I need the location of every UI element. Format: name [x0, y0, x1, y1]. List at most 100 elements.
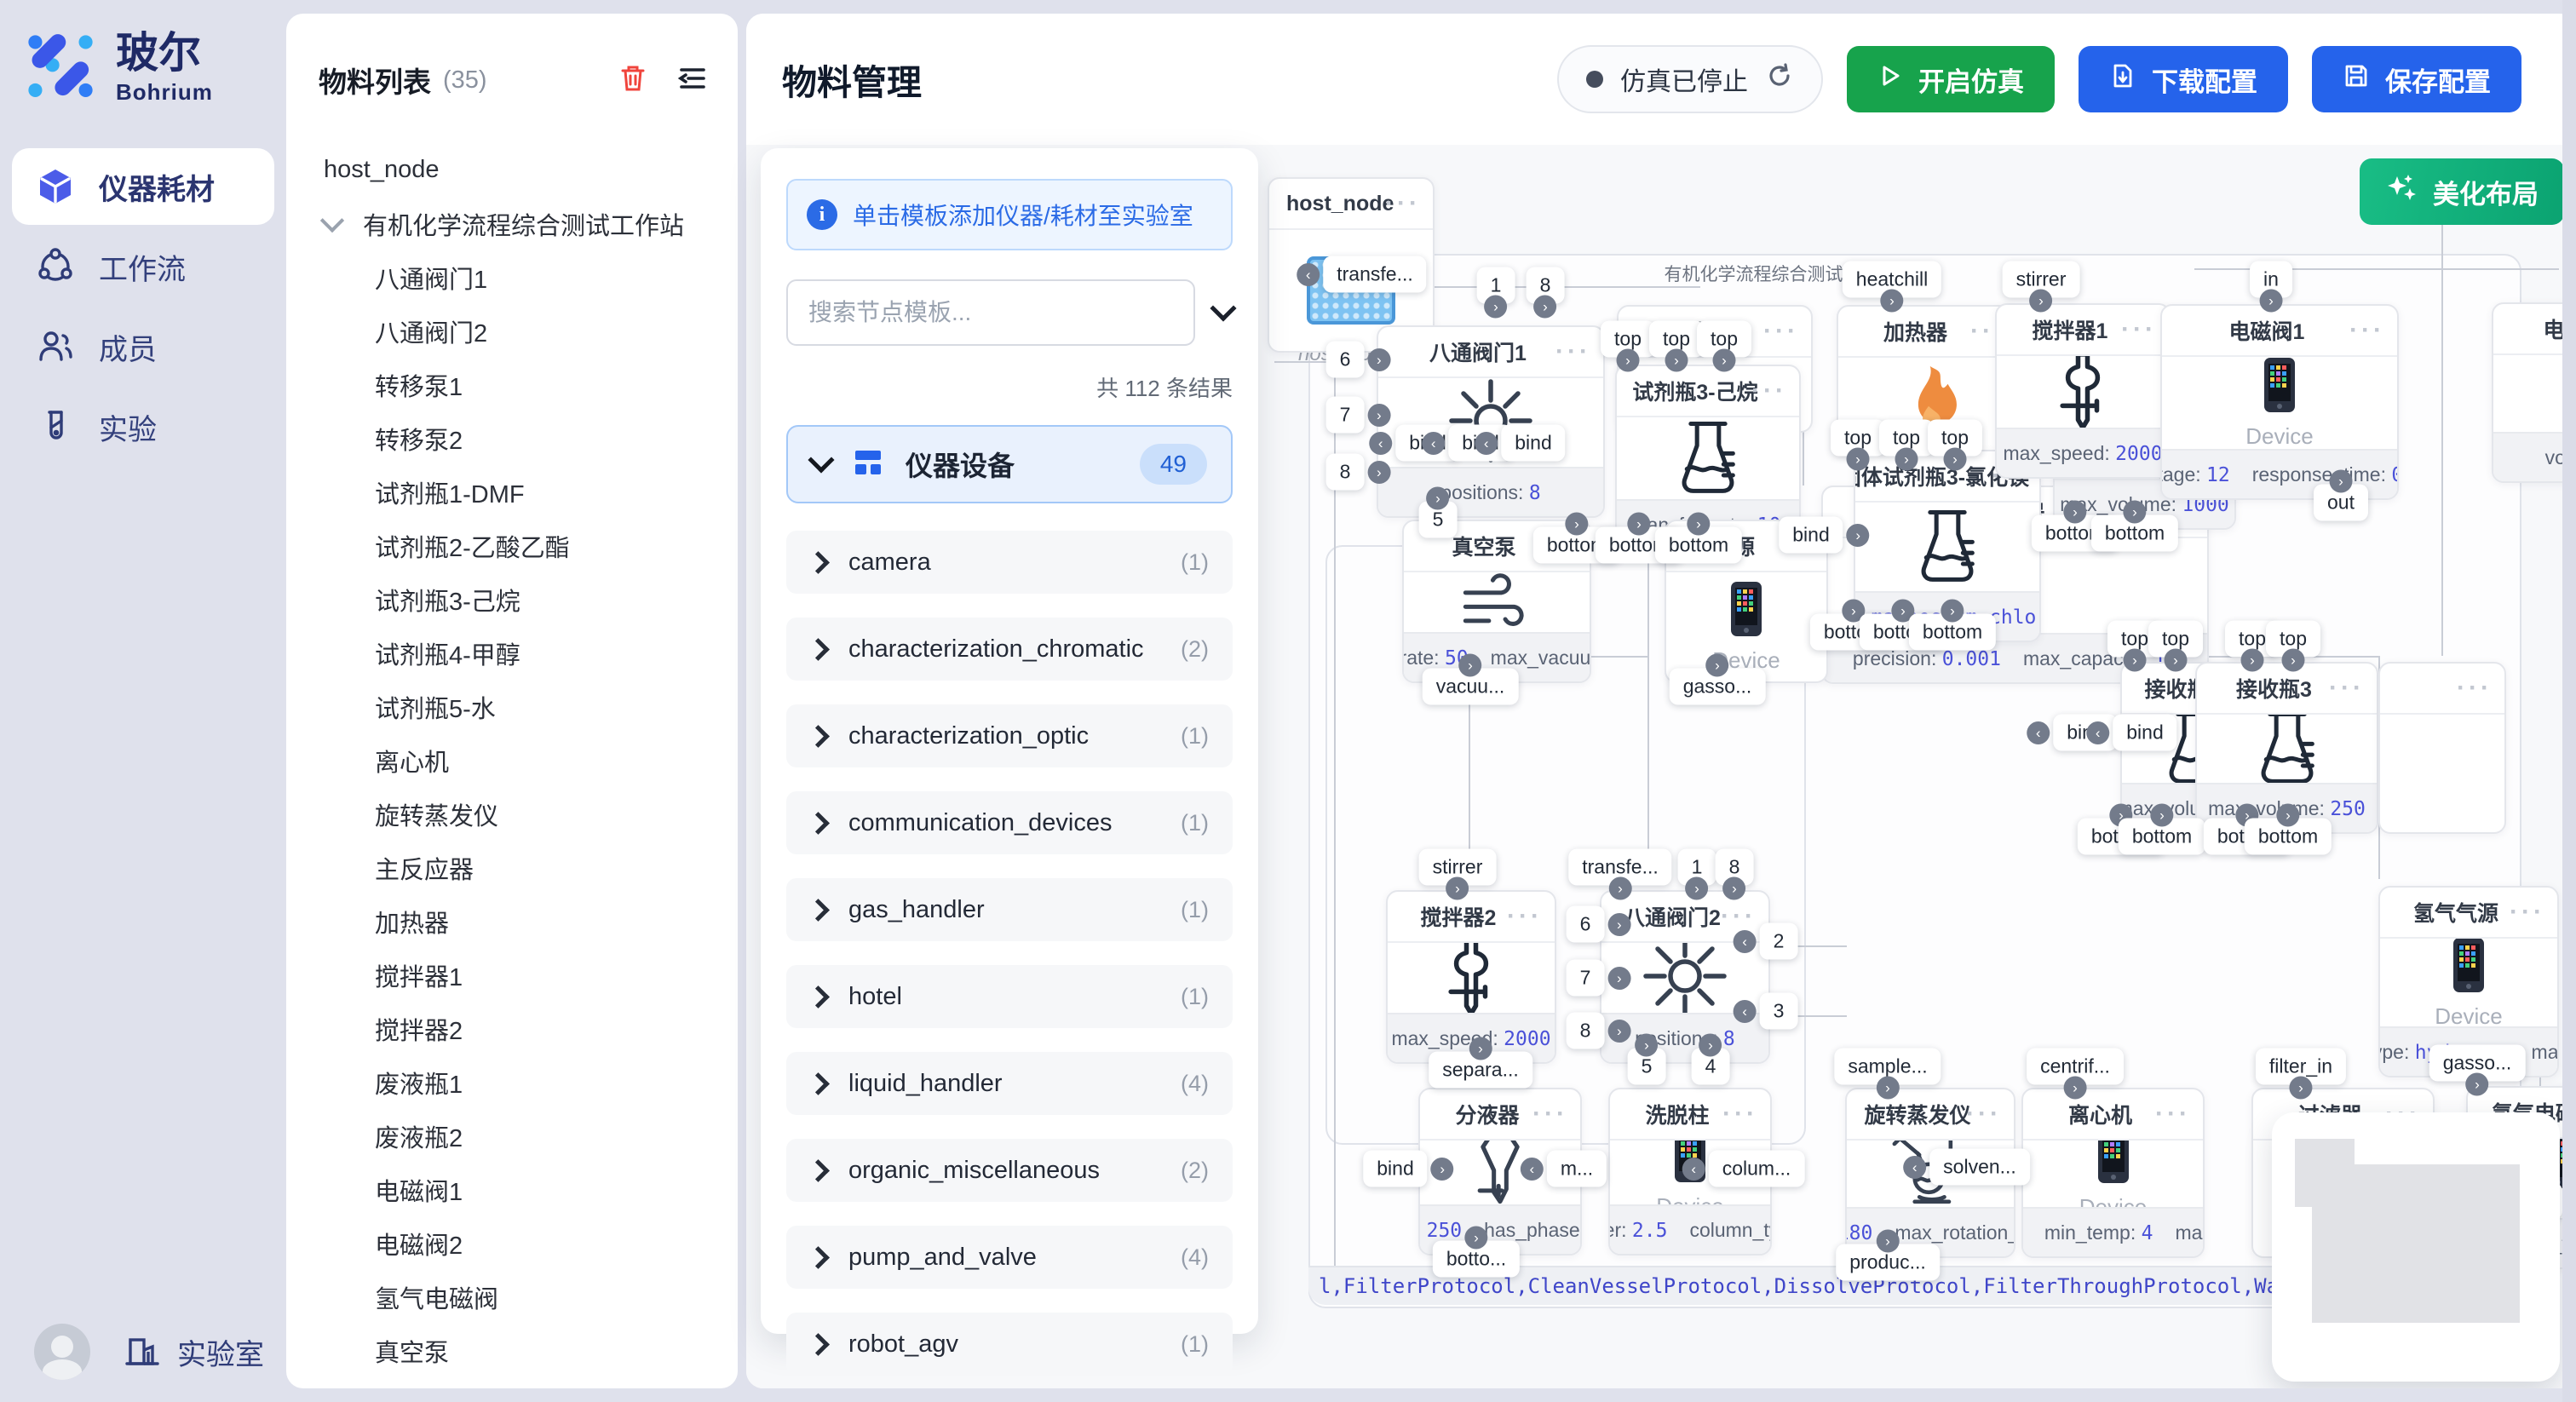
port-pill[interactable]: bottom› — [2245, 819, 2332, 855]
port-dot-icon[interactable]: › — [2150, 804, 2173, 827]
tree-item[interactable]: 试剂瓶4-甲醇 — [324, 626, 738, 680]
node-menu-icon[interactable]: ··· — [2349, 316, 2385, 345]
tree-item-workstation[interactable]: 有机化学流程综合测试工作站 — [324, 197, 738, 250]
category-hotel[interactable]: hotel(1) — [786, 965, 1233, 1028]
chevron-down-icon[interactable] — [320, 208, 344, 232]
category-robot_agv[interactable]: robot_agv(1) — [786, 1313, 1233, 1376]
port-pill[interactable]: 3‹ — [1760, 993, 1798, 1030]
port-pill[interactable]: top› — [1831, 420, 1885, 457]
sidebar-item-lab[interactable]: 实验室 — [123, 1331, 264, 1373]
node-menu-icon[interactable]: ··· — [1751, 376, 1787, 405]
port-pill[interactable]: bottom› — [2091, 515, 2178, 552]
tree-item[interactable]: 转移泵1 — [324, 358, 738, 411]
tree-item[interactable]: 试剂瓶2-乙酸乙酯 — [324, 519, 738, 572]
port-dot-icon[interactable]: › — [1367, 461, 1390, 484]
category-characterization_optic[interactable]: characterization_optic(1) — [786, 704, 1233, 767]
start-simulation-button[interactable]: 开启仿真 — [1847, 46, 2055, 112]
port-pill[interactable]: out› — [2314, 485, 2368, 521]
port-dot-icon[interactable]: ‹ — [1734, 930, 1757, 953]
port-pill[interactable]: top› — [1879, 420, 1934, 457]
port-dot-icon[interactable]: › — [1895, 448, 1918, 471]
node-menu-icon[interactable]: ··· — [1385, 189, 1421, 218]
category-communication_devices[interactable]: communication_devices(1) — [786, 791, 1233, 854]
port-dot-icon[interactable]: › — [1712, 349, 1735, 372]
port-dot-icon[interactable]: › — [1627, 513, 1650, 536]
tree-item[interactable]: 八通阀门1 — [324, 250, 738, 304]
port-dot-icon[interactable]: ‹ — [2086, 721, 2109, 744]
canvas-node-valve1[interactable]: 八通阀门1···positions: 8 — [1377, 325, 1605, 518]
category-liquid_handler[interactable]: liquid_handler(4) — [786, 1052, 1233, 1115]
minimap[interactable] — [2272, 1112, 2560, 1382]
port-dot-icon[interactable]: ‹ — [1369, 432, 1392, 455]
port-pill[interactable]: top› — [1697, 321, 1751, 358]
port-dot-icon[interactable]: › — [1616, 349, 1639, 372]
port-pill[interactable]: top› — [1601, 321, 1655, 358]
port-dot-icon[interactable]: › — [1431, 1158, 1454, 1181]
tree-item[interactable]: 电磁阀2 — [324, 1216, 738, 1270]
canvas-node-centrifuge[interactable]: 离心机···Devicetemp: 40min_temp: 4max_speed… — [2021, 1088, 2205, 1258]
tree-item[interactable]: 主反应器 — [324, 841, 738, 894]
port-pill[interactable]: 2‹ — [1760, 923, 1798, 960]
port-dot-icon[interactable]: › — [1426, 487, 1449, 510]
port-dot-icon[interactable]: › — [2240, 649, 2263, 672]
port-dot-icon[interactable]: › — [2290, 1077, 2313, 1100]
port-dot-icon[interactable]: › — [1877, 1230, 1900, 1253]
port-dot-icon[interactable]: ‹ — [1475, 432, 1498, 455]
port-dot-icon[interactable]: › — [2276, 804, 2299, 827]
port-pill[interactable]: 4› — [1692, 1049, 1730, 1085]
port-pill[interactable]: 5› — [1628, 1049, 1666, 1085]
port-pill[interactable]: stirrer› — [2003, 261, 2080, 298]
tree-item[interactable]: 搅拌器2 — [324, 1002, 738, 1055]
port-pill[interactable]: 8› — [1326, 454, 1365, 491]
node-menu-icon[interactable]: ··· — [1966, 1100, 2002, 1129]
sidebar-item-members[interactable]: 成员 — [12, 308, 274, 385]
port-dot-icon[interactable]: › — [1847, 524, 1870, 547]
port-dot-icon[interactable]: › — [1705, 654, 1728, 677]
canvas-node-stirrer1[interactable]: 搅拌器1···max_speed: 2000 — [1995, 303, 2171, 479]
port-pill[interactable]: bind› — [1779, 517, 1843, 554]
port-dot-icon[interactable]: › — [1607, 967, 1630, 990]
tree-item[interactable]: 八通阀门2 — [324, 304, 738, 358]
category-camera[interactable]: camera(1) — [786, 531, 1233, 594]
port-pill[interactable]: colum...‹ — [1709, 1151, 1805, 1187]
category-gas_handler[interactable]: gas_handler(1) — [786, 878, 1233, 941]
port-pill[interactable]: 5› — [1419, 502, 1458, 538]
port-pill[interactable]: top› — [2148, 621, 2203, 658]
port-pill[interactable]: 8› — [1567, 1013, 1605, 1049]
search-input[interactable] — [786, 279, 1195, 346]
port-dot-icon[interactable]: ‹ — [1521, 1158, 1544, 1181]
port-pill[interactable]: sample...› — [1834, 1049, 1941, 1085]
tree-item[interactable]: 氢气电磁阀 — [324, 1270, 738, 1324]
port-dot-icon[interactable]: › — [1608, 877, 1631, 900]
port-pill[interactable]: bottom› — [2119, 819, 2205, 855]
port-dot-icon[interactable]: › — [2465, 1073, 2488, 1096]
port-dot-icon[interactable]: › — [1687, 513, 1710, 536]
port-dot-icon[interactable]: › — [1876, 1077, 1899, 1100]
tree-item-root[interactable]: host_node — [324, 143, 738, 197]
port-pill[interactable]: 8› — [1527, 267, 1565, 304]
refresh-icon[interactable] — [1765, 61, 1794, 97]
port-pill[interactable]: botto...› — [1433, 1241, 1520, 1278]
port-dot-icon[interactable]: › — [2123, 649, 2146, 672]
port-dot-icon[interactable]: › — [1943, 448, 1966, 471]
port-pill[interactable]: 6› — [1326, 342, 1365, 378]
port-dot-icon[interactable]: › — [1880, 290, 1903, 313]
tree-item[interactable]: 试剂瓶3-己烷 — [324, 572, 738, 626]
port-dot-icon[interactable]: › — [1699, 1034, 1722, 1057]
port-dot-icon[interactable]: › — [1484, 296, 1507, 319]
sidebar-item-experiment[interactable]: 实验 — [12, 388, 274, 465]
port-dot-icon[interactable]: › — [1941, 600, 1964, 623]
port-pill[interactable]: stirrer› — [1419, 849, 1497, 886]
port-pill[interactable]: bind› — [1363, 1151, 1427, 1187]
port-dot-icon[interactable]: › — [2123, 501, 2146, 524]
save-config-button[interactable]: 保存配置 — [2312, 46, 2521, 112]
tree-item[interactable]: 废液瓶1 — [324, 1055, 738, 1109]
node-menu-icon[interactable]: ··· — [2329, 674, 2365, 703]
node-menu-icon[interactable]: ··· — [2121, 315, 2157, 344]
port-pill[interactable]: m...‹ — [1547, 1151, 1607, 1187]
port-dot-icon[interactable]: ‹ — [1682, 1158, 1705, 1181]
tree-item[interactable]: 废液瓶2 — [324, 1109, 738, 1163]
port-dot-icon[interactable]: › — [1464, 1227, 1487, 1250]
node-menu-icon[interactable]: ··· — [1722, 1100, 1758, 1129]
tree-item[interactable]: 电磁阀1 — [324, 1163, 738, 1216]
